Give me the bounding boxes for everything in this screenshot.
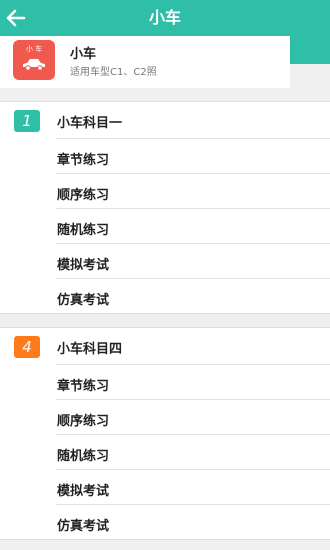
section-title: 小车科目四 — [57, 342, 123, 357]
menu-item-chapter-practice[interactable]: 章节练习 — [56, 138, 330, 173]
menu-item-label: 顺序练习 — [57, 414, 110, 429]
vehicle-name: 小车 — [70, 47, 97, 62]
menu-item-sequential-practice[interactable]: 顺序练习 — [56, 173, 330, 208]
menu-item-mock-exam[interactable]: 模拟考试 — [56, 243, 330, 278]
page-title: 小车 — [148, 8, 181, 27]
section-number-badge: 4 — [14, 336, 40, 358]
menu-item-label: 顺序练习 — [57, 188, 110, 203]
menu-item-random-practice[interactable]: 随机练习 — [56, 208, 330, 243]
menu-item-random-practice[interactable]: 随机练习 — [56, 434, 330, 469]
vehicle-subtitle: 适用车型C1、C2照 — [70, 67, 157, 78]
menu-item-label: 仿真考试 — [57, 293, 110, 308]
menu-item-simulated-exam[interactable]: 仿真考试 — [56, 504, 330, 539]
menu-item-simulated-exam[interactable]: 仿真考试 — [56, 278, 330, 313]
menu-item-sequential-practice[interactable]: 顺序练习 — [56, 399, 330, 434]
section-number-badge: 1 — [14, 110, 40, 132]
menu-item-label: 随机练习 — [57, 223, 110, 238]
section-title: 小车科目一 — [57, 116, 123, 131]
menu-item-label: 章节练习 — [57, 153, 110, 168]
section-subject-one: 1 小车科目一 章节练习 顺序练习 随机练习 模拟考试 仿真考试 — [0, 101, 330, 314]
menu-item-label: 仿真考试 — [57, 519, 110, 534]
section-subject-four: 4 小车科目四 章节练习 顺序练习 随机练习 模拟考试 仿真考试 — [0, 327, 330, 540]
menu-item-mock-exam[interactable]: 模拟考试 — [56, 469, 330, 504]
section-header: 4 小车科目四 — [0, 328, 330, 364]
car-icon: 小 车 — [13, 40, 55, 80]
car-shape-icon — [23, 59, 45, 71]
menu-item-label: 章节练习 — [57, 379, 110, 394]
section-header: 1 小车科目一 — [0, 102, 330, 138]
menu-item-label: 随机练习 — [57, 449, 110, 464]
top-app-bar: 小车 — [0, 0, 330, 36]
menu-item-label: 模拟考试 — [57, 258, 110, 273]
menu-item-chapter-practice[interactable]: 章节练习 — [56, 364, 330, 399]
car-icon-label: 小 车 — [25, 45, 43, 53]
header-accent-strip — [290, 36, 330, 64]
menu-item-label: 模拟考试 — [57, 484, 110, 499]
